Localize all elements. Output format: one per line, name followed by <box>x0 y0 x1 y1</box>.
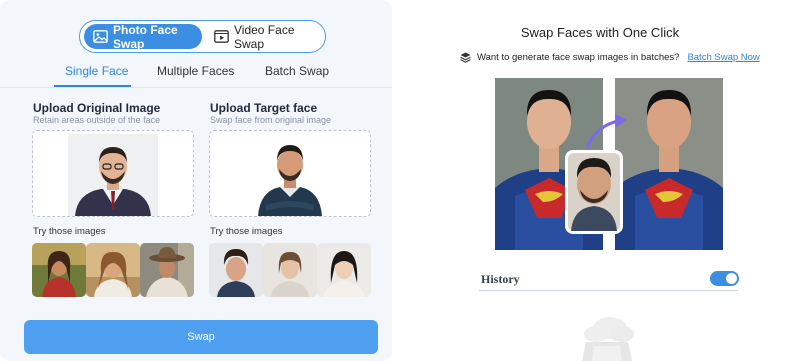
target-sample-2[interactable] <box>263 243 317 297</box>
history-toggle[interactable] <box>710 271 739 286</box>
target-face-subtitle: Swap face from original image <box>210 115 332 125</box>
target-try-label: Try those images <box>210 226 283 237</box>
woman-portrait-icon <box>263 243 317 297</box>
face-swap-demo-image <box>495 78 723 250</box>
original-man-photo <box>68 134 158 216</box>
target-sample-3[interactable] <box>317 243 371 297</box>
original-image-dropzone[interactable] <box>32 130 194 217</box>
face-mode-tabs: Single Face Multiple Faces Batch Swap <box>0 64 392 88</box>
original-sample-1[interactable] <box>32 243 86 297</box>
history-toggle-knob <box>726 273 737 284</box>
tabs-divider <box>0 87 392 88</box>
original-sample-3[interactable] <box>140 243 194 297</box>
app-root: Photo Face Swap Video Face Swap Single F… <box>0 0 800 361</box>
photo-face-swap-button[interactable]: Photo Face Swap <box>84 22 202 51</box>
woman-golden-hour-icon <box>32 243 86 297</box>
photo-face-swap-label: Photo Face Swap <box>113 22 178 51</box>
video-icon <box>214 30 229 43</box>
page-title: Swap Faces with One Click <box>520 25 680 40</box>
asian-woman-portrait-icon <box>317 243 371 297</box>
empty-history-icon <box>582 317 634 361</box>
target-sample-1[interactable] <box>209 243 263 297</box>
woman-sunset-field-icon <box>86 243 140 297</box>
man-western-hat-icon <box>140 243 194 297</box>
target-face-dropzone[interactable] <box>209 130 371 217</box>
batch-prompt-text: Want to generate face swap images in bat… <box>477 52 680 63</box>
batch-swap-now-link[interactable]: Batch Swap Now <box>687 52 759 63</box>
image-icon <box>93 30 108 43</box>
video-face-swap-label: Video Face Swap <box>234 22 295 51</box>
batch-prompt-line: Want to generate face swap images in bat… <box>460 52 760 63</box>
original-image-subtitle: Retain areas outside of the face <box>33 115 161 125</box>
tab-batch-swap[interactable]: Batch Swap <box>265 64 329 78</box>
swap-mode-toggle: Photo Face Swap Video Face Swap <box>79 20 326 53</box>
original-image-title: Upload Original Image <box>33 101 161 115</box>
history-label: History <box>481 272 520 286</box>
swap-button[interactable]: Swap <box>24 320 378 354</box>
history-divider <box>479 290 738 291</box>
swap-form-panel: Photo Face Swap Video Face Swap Single F… <box>0 0 392 361</box>
video-face-swap-button[interactable]: Video Face Swap <box>210 22 322 51</box>
target-man-photo <box>258 145 322 216</box>
original-sample-2[interactable] <box>86 243 140 297</box>
original-try-label: Try those images <box>33 226 106 237</box>
tab-multiple-faces[interactable]: Multiple Faces <box>157 64 234 78</box>
man-curly-hair-icon <box>209 243 263 297</box>
layers-icon <box>460 52 471 63</box>
target-face-title: Upload Target face <box>210 101 318 115</box>
tab-single-face[interactable]: Single Face <box>65 64 128 78</box>
